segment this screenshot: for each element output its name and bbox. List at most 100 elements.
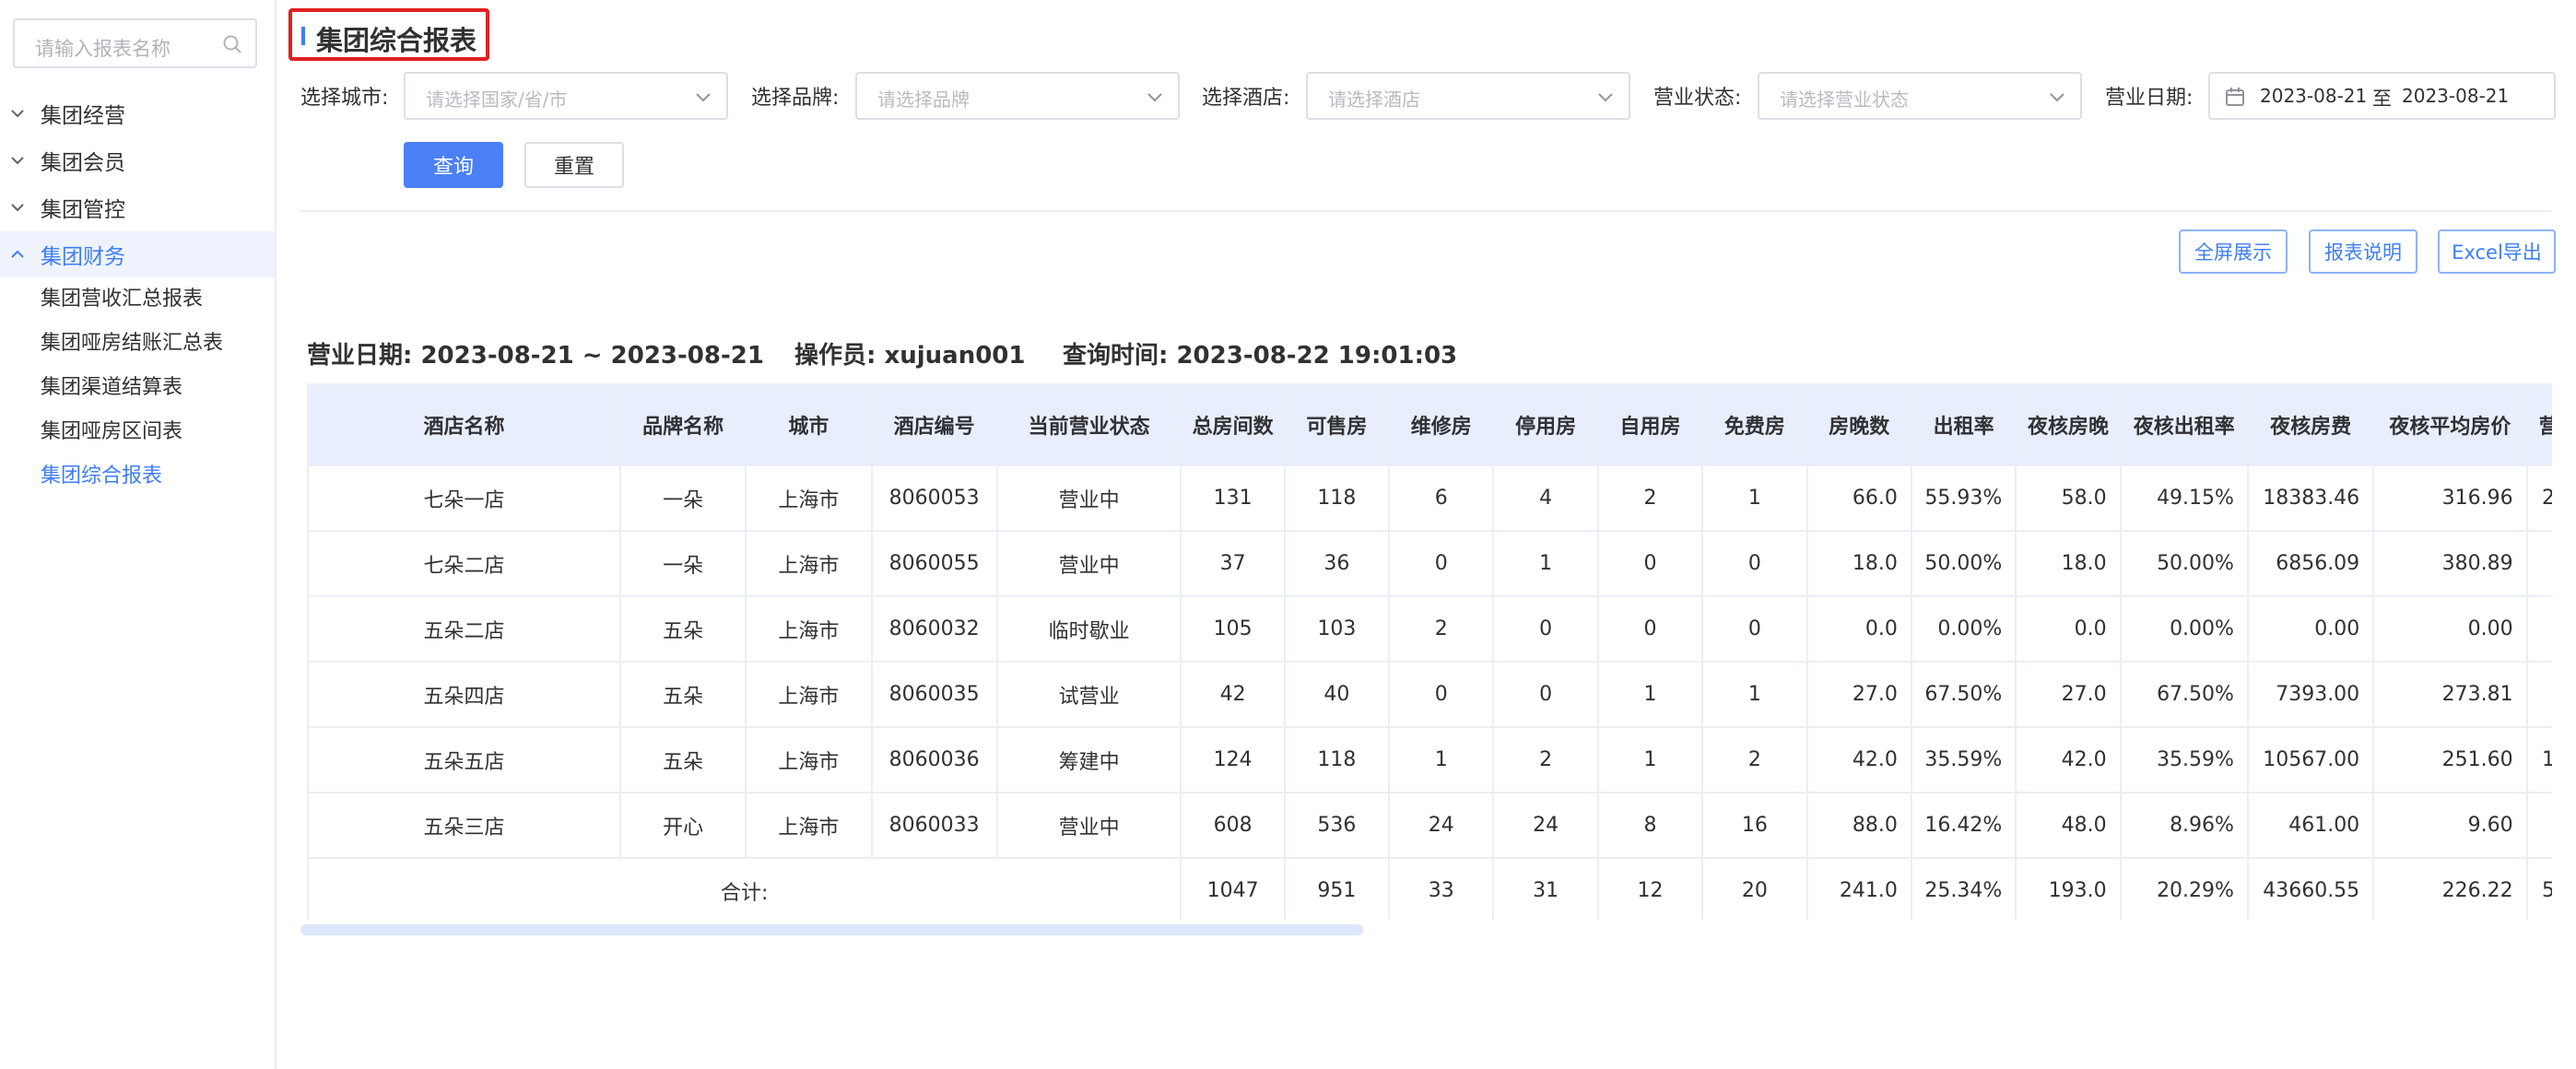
menu-group-label: 集团财务 (41, 245, 125, 269)
table-cell: 8 (1596, 792, 1704, 859)
column-header: 总房间数 (1180, 383, 1286, 466)
totals-cell: 1047 (1180, 857, 1286, 920)
table-cell: 273.81 (2372, 661, 2528, 728)
hotel-select[interactable]: 请选择酒店 (1306, 72, 1630, 120)
table-cell: 7393.00 (2525, 661, 2552, 728)
report-description-button[interactable]: 报表说明 (2309, 229, 2417, 274)
menu-group-label: 集团管控 (41, 198, 125, 222)
query-button[interactable]: 查询 (404, 142, 503, 188)
table-cell: 105 (1180, 595, 1286, 663)
date-filter-label: 营业日期: (2105, 87, 2194, 110)
column-header: 夜核出租率 (2119, 383, 2249, 466)
table-cell: 103 (1283, 595, 1391, 663)
table-cell: 4 (1492, 464, 1599, 532)
column-header: 营业总收入 (2525, 383, 2552, 466)
table-cell: 0.00% (2119, 595, 2249, 663)
table-cell: 18.0 (2015, 530, 2122, 597)
table-row[interactable]: 五朵五店 五朵 上海市 8060036 筹建中 124 118 1 2 1 2 42.0 35.59% 4… (307, 726, 2552, 793)
sidebar-item-comprehensive-report[interactable]: 集团综合报表 (41, 458, 162, 495)
column-header: 维修房 (1388, 383, 1495, 466)
sidebar-item-dummy-room-settlement[interactable]: 集团哑房结账汇总表 (41, 325, 223, 362)
table-cell: 42.0 (2015, 726, 2122, 793)
column-header: 房晚数 (1806, 383, 1912, 466)
column-header: 出租率 (1910, 383, 2017, 466)
hotel-filter-label: 选择酒店: (1202, 87, 1290, 110)
table-cell: 0 (1388, 661, 1495, 728)
report-table-container[interactable]: 酒店名称 品牌名称 城市 酒店编号 当前营业状态 总房间数 可售房 维修房 停用房 自用房 免费房房… (307, 383, 2552, 920)
table-cell: 0 (1596, 595, 1704, 663)
table-cell: 131 (1180, 464, 1286, 532)
table-cell: 上海市 (745, 530, 873, 597)
fullscreen-button[interactable]: 全屏展示 (2179, 229, 2288, 274)
start-date[interactable]: 2023-08-21 (2260, 85, 2367, 107)
table-cell: 380.89 (2372, 530, 2528, 597)
date-separator: 至 (2372, 88, 2392, 110)
city-select[interactable]: 请选择国家/省/市 (404, 72, 728, 120)
table-cell: 五朵 (619, 595, 747, 663)
table-row[interactable]: 五朵三店 开心 上海市 8060033 营业中 608 536 24 24 8 16 88.0 16.4… (307, 792, 2552, 859)
table-cell: 营业中 (995, 530, 1182, 597)
table-cell: 0.00 (2525, 595, 2552, 663)
table-cell: 251.60 (2372, 726, 2528, 793)
report-table: 酒店名称 品牌名称 城市 酒店编号 当前营业状态 总房间数 可售房 维修房 停用房 自用房 免费房房… (307, 383, 2552, 920)
table-row[interactable]: 七朵一店 一朵 上海市 8060053 营业中 131 118 6 4 2 1 66.0 55.93% 5… (307, 464, 2552, 532)
chevron-down-icon (1597, 88, 1614, 106)
table-cell: 118 (1283, 464, 1391, 532)
date-range-picker[interactable]: 2023-08-21 至 2023-08-21 (2208, 72, 2556, 120)
table-cell: 一朵 (619, 530, 747, 597)
table-cell: 35.59% (1910, 726, 2017, 793)
table-row[interactable]: 五朵二店 五朵 上海市 8060032 临时歇业 105 103 2 0 0 0 0.0 0.00% 0.… (307, 595, 2552, 663)
table-cell: 上海市 (745, 726, 873, 793)
brand-select[interactable]: 请选择品牌 (855, 72, 1180, 120)
table-cell: 1 (1596, 661, 1704, 728)
table-row[interactable]: 七朵二店 一朵 上海市 8060055 营业中 37 36 0 1 0 0 18.0 50.00% 18.… (307, 530, 2552, 597)
sidebar-item-channel-settlement[interactable]: 集团渠道结算表 (41, 370, 182, 406)
table-cell: 50.00% (2119, 530, 2249, 597)
horizontal-scrollbar[interactable] (300, 924, 1363, 935)
chevron-down-icon (9, 156, 26, 165)
sidebar-item-revenue-summary[interactable]: 集团营收汇总报表 (41, 281, 203, 318)
totals-cell: 25.34% (1910, 857, 2017, 920)
chevron-up-icon (9, 250, 26, 259)
totals-cell: 12 (1596, 857, 1704, 920)
table-cell: 124 (1180, 726, 1286, 793)
table-cell: 1 (1701, 661, 1808, 728)
table-cell: 2 (1701, 726, 1808, 793)
reset-button[interactable]: 重置 (524, 142, 624, 188)
search-icon[interactable] (222, 34, 242, 58)
end-date[interactable]: 2023-08-21 (2402, 85, 2509, 107)
table-cell: 7393.00 (2246, 661, 2375, 728)
table-cell: 42 (1180, 661, 1286, 728)
table-cell: 8060036 (870, 726, 998, 793)
column-header: 酒店编号 (870, 383, 998, 466)
status-filter-label: 营业状态: (1653, 87, 1742, 110)
table-cell: 8.96% (2119, 792, 2249, 859)
totals-cell: 193.0 (2015, 857, 2122, 920)
table-cell: 66.0 (1806, 464, 1912, 532)
table-cell: 临时歇业 (995, 595, 1182, 663)
status-select[interactable]: 请选择营业状态 (1758, 72, 2082, 120)
table-cell: 试营业 (995, 661, 1182, 728)
table-cell: 8060033 (870, 792, 998, 859)
menu-group-operations[interactable]: 集团经营 (0, 90, 275, 136)
totals-label: 合计: (307, 857, 1182, 920)
table-cell: 8060053 (870, 464, 998, 532)
table-cell: 27.0 (1806, 661, 1912, 728)
table-cell: 88.0 (1806, 792, 1912, 859)
column-header: 夜核房费 (2246, 383, 2375, 466)
table-row[interactable]: 五朵四店 五朵 上海市 8060035 试营业 42 40 0 0 1 1 27.0 67.50% 27.… (307, 661, 2552, 728)
table-cell: 16 (1701, 792, 1808, 859)
chevron-down-icon (9, 203, 26, 212)
menu-group-control[interactable]: 集团管控 (0, 184, 275, 230)
table-cell: 1 (1701, 464, 1808, 532)
totals-cell: 951 (1283, 857, 1391, 920)
table-cell: 24 (1388, 792, 1495, 859)
sidebar-item-dummy-room-range[interactable]: 集团哑房区间表 (41, 414, 182, 451)
table-cell: 0 (1492, 661, 1599, 728)
menu-group-finance[interactable]: 集团财务 (0, 231, 275, 277)
menu-group-members[interactable]: 集团会员 (0, 137, 275, 183)
table-cell: 536 (1283, 792, 1391, 859)
totals-cell: 226.22 (2372, 857, 2528, 920)
excel-export-button[interactable]: Excel导出 (2438, 229, 2556, 274)
report-search-input[interactable]: 请输入报表名称 (13, 18, 257, 68)
